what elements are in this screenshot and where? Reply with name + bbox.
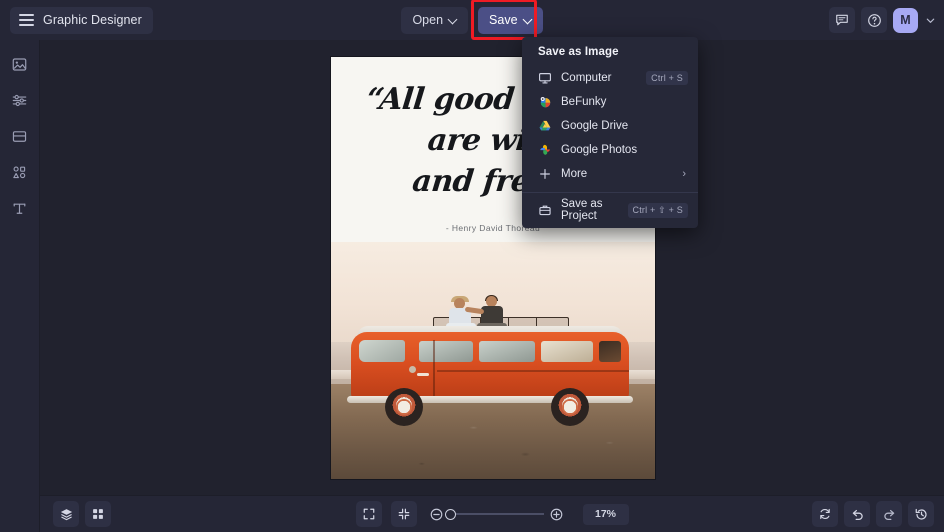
menu-item-save-as-project[interactable]: Save as Project Ctrl + ⇧ + S: [522, 198, 698, 222]
befunky-icon: [538, 95, 555, 109]
bottom-bar-right: [812, 501, 934, 527]
save-button-wrapper: Save: [471, 0, 543, 40]
app-root: Graphic Designer Open Save M “All good t…: [0, 0, 944, 532]
photo-vw-bus: [345, 295, 635, 426]
redo-icon: [883, 509, 894, 520]
plus-icon: [538, 167, 555, 181]
zoom-slider-track[interactable]: [444, 508, 544, 520]
shapes-icon: [13, 166, 26, 178]
menu-item-label: More: [561, 168, 588, 180]
text-icon: [13, 203, 26, 214]
bus-window: [419, 341, 473, 362]
menu-item-shortcut: Ctrl + S: [646, 71, 688, 85]
bus-door-handle: [417, 373, 429, 376]
undo-button[interactable]: [844, 501, 870, 527]
account-chevron-down-icon[interactable]: [925, 15, 936, 26]
google-photos-icon: [538, 143, 555, 157]
bus-wheel: [385, 388, 423, 426]
briefcase-icon: [538, 203, 555, 217]
menu-item-shortcut: Ctrl + ⇧ + S: [627, 202, 688, 218]
feedback-button[interactable]: [829, 7, 855, 33]
help-button[interactable]: [861, 7, 887, 33]
open-button-label: Open: [412, 13, 444, 27]
save-button[interactable]: Save: [478, 6, 543, 34]
history-icon: [915, 508, 927, 520]
chevron-down-icon: [524, 15, 532, 23]
history-button[interactable]: [908, 501, 934, 527]
bottom-bar: 17%: [40, 495, 944, 532]
image-icon: [12, 57, 27, 71]
bus-wheel: [551, 388, 589, 426]
bus-windshield: [359, 340, 405, 362]
zoom-slider[interactable]: [426, 503, 568, 525]
avatar[interactable]: M: [893, 7, 918, 33]
menu-item-computer[interactable]: Computer Ctrl + S: [522, 66, 698, 90]
top-bar: Graphic Designer Open Save M: [0, 0, 944, 40]
bus-window: [599, 341, 621, 362]
computer-icon: [538, 71, 555, 85]
frame-icon: [12, 130, 27, 142]
menu-divider: [522, 192, 698, 193]
menu-item-google-drive[interactable]: Google Drive: [522, 114, 698, 138]
canvas-photo[interactable]: [331, 242, 655, 479]
menu-item-more[interactable]: More ›: [522, 162, 698, 186]
menu-title: Save as Image: [538, 46, 619, 58]
zoom-in-icon: [550, 508, 563, 520]
help-circle-icon: [867, 13, 881, 27]
left-toolbar: [0, 40, 40, 532]
save-dropdown-menu[interactable]: Save as Image Computer Ctrl + S BeFunky …: [522, 37, 698, 228]
menu-item-label: Computer: [561, 72, 612, 84]
top-bar-center: Open Save: [0, 0, 944, 40]
bus-door-seam: [433, 340, 435, 400]
sidebar-item-graphics[interactable]: [5, 160, 35, 184]
sidebar-item-text[interactable]: [5, 196, 35, 220]
chevron-down-icon: [449, 15, 457, 23]
menu-item-befunky[interactable]: BeFunky: [522, 90, 698, 114]
menu-item-label: Google Drive: [561, 120, 629, 132]
undo-icon: [852, 509, 863, 520]
sliders-icon: [12, 94, 27, 106]
top-bar-right: M: [829, 0, 936, 40]
google-drive-icon: [538, 119, 555, 133]
menu-item-label: BeFunky: [561, 96, 607, 108]
bus-window: [479, 341, 535, 362]
sidebar-item-frames[interactable]: [5, 124, 35, 148]
zoom-controls: 17%: [40, 496, 944, 532]
shrink-icon: [398, 508, 409, 520]
reset-button[interactable]: [812, 501, 838, 527]
zoom-slider-handle[interactable]: [444, 508, 456, 520]
bus-mirror: [409, 366, 416, 373]
fit-screen-icon: [363, 508, 374, 520]
zoom-out-icon: [430, 508, 443, 520]
chevron-right-icon: ›: [682, 168, 686, 180]
shrink-to-fit-button[interactable]: [390, 501, 417, 527]
comment-icon: [836, 14, 848, 26]
menu-item-google-photos[interactable]: Google Photos: [522, 138, 698, 162]
menu-item-label: Google Photos: [561, 144, 638, 156]
bus-trim-line: [437, 370, 629, 372]
fit-screen-button[interactable]: [355, 501, 382, 527]
sidebar-item-image[interactable]: [5, 52, 35, 76]
bus-window: [541, 341, 593, 362]
zoom-in-button[interactable]: [546, 503, 568, 525]
zoom-level-value[interactable]: 17%: [582, 503, 629, 525]
redo-button[interactable]: [876, 501, 902, 527]
sidebar-item-edit[interactable]: [5, 88, 35, 112]
reset-icon: [820, 508, 830, 520]
save-button-label: Save: [489, 13, 518, 27]
canvas-area[interactable]: “All good things are wild and free” - He…: [40, 40, 944, 495]
open-button[interactable]: Open: [401, 6, 469, 34]
menu-item-label: Save as Project: [561, 198, 603, 222]
